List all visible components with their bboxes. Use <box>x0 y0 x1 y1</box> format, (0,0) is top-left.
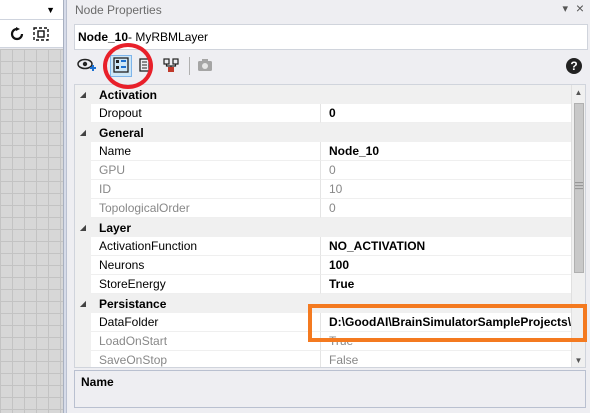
category-name: Activation <box>99 87 158 102</box>
property-value[interactable]: 100 <box>321 256 585 275</box>
property-value[interactable]: 0 <box>321 104 585 123</box>
network-button[interactable] <box>160 55 182 77</box>
canvas-grid[interactable] <box>0 49 63 413</box>
description-panel: Name <box>74 370 586 408</box>
collapse-icon[interactable]: ◢ <box>75 85 91 104</box>
property-row[interactable]: Name Node_10 <box>75 142 585 161</box>
property-name: Name <box>91 142 321 161</box>
row-gutter <box>75 332 91 351</box>
network-icon <box>163 57 179 76</box>
row-gutter <box>75 180 91 199</box>
property-value: False <box>321 351 585 367</box>
node-type: - MyRBMLayer <box>128 30 209 44</box>
left-toolbar <box>0 20 63 48</box>
property-name: ID <box>91 180 321 199</box>
scroll-grip-icon: ― ― ― <box>575 178 583 193</box>
row-gutter <box>75 275 91 294</box>
row-gutter <box>75 142 91 161</box>
collapse-icon[interactable]: ◢ <box>75 294 91 313</box>
property-value: 0 <box>321 161 585 180</box>
category-name: General <box>99 125 144 140</box>
property-value: True <box>321 332 585 351</box>
property-name: TopologicalOrder <box>91 199 321 218</box>
property-name: StoreEnergy <box>91 275 321 294</box>
property-row[interactable]: GPU 0 <box>75 161 585 180</box>
row-gutter <box>75 199 91 218</box>
row-gutter <box>75 161 91 180</box>
left-pane: ▼ <box>0 0 64 413</box>
row-gutter <box>75 256 91 275</box>
category-row[interactable]: ◢ Layer <box>75 218 585 237</box>
row-gutter <box>75 351 91 367</box>
property-row[interactable]: Dropout 0 <box>75 104 585 123</box>
row-gutter <box>75 237 91 256</box>
properties-button[interactable] <box>110 55 132 77</box>
node-properties-panel: Node Properties ▾ × Node_10 - MyRBMLayer <box>66 0 590 413</box>
property-name: Dropout <box>91 104 321 123</box>
scroll-down-icon[interactable]: ▼ <box>572 353 585 367</box>
property-name: DataFolder <box>91 313 321 332</box>
description-title: Name <box>81 375 114 389</box>
refresh-icon[interactable] <box>9 26 25 42</box>
node-name: Node_10 <box>78 30 129 44</box>
row-gutter <box>75 313 91 332</box>
property-value[interactable]: Node_10 <box>321 142 585 161</box>
camera-icon <box>197 58 213 75</box>
vertical-scrollbar[interactable]: ▲ ― ― ― ▼ <box>571 85 585 367</box>
property-value: 0 <box>321 199 585 218</box>
export-button[interactable] <box>135 55 157 77</box>
property-value[interactable]: NO_ACTIVATION <box>321 237 585 256</box>
property-row[interactable]: Neurons 100 <box>75 256 585 275</box>
node-label: Node_10 - MyRBMLayer <box>74 24 588 50</box>
left-header: ▼ <box>0 0 63 20</box>
property-row[interactable]: DataFolder D:\GoodAI\BrainSimulatorSample… <box>75 313 585 332</box>
scan-icon[interactable] <box>33 26 49 42</box>
camera-button[interactable] <box>194 55 216 77</box>
category-name: Layer <box>99 220 132 235</box>
toolbar-separator <box>189 57 190 75</box>
property-value: 10 <box>321 180 585 199</box>
property-row[interactable]: StoreEnergy True <box>75 275 585 294</box>
property-row[interactable]: ActivationFunction NO_ACTIVATION <box>75 237 585 256</box>
collapse-icon[interactable]: ◢ <box>75 218 91 237</box>
property-name: ActivationFunction <box>91 237 321 256</box>
property-value[interactable]: D:\GoodAI\BrainSimulatorSampleProjects\F <box>321 313 585 332</box>
dropdown-arrow-icon[interactable]: ▼ <box>46 5 55 15</box>
view-add-icon <box>77 57 97 76</box>
row-gutter <box>75 104 91 123</box>
properties-toolbar: ? <box>74 52 588 80</box>
property-name: Neurons <box>91 256 321 275</box>
property-name: GPU <box>91 161 321 180</box>
panel-title: Node Properties <box>75 3 162 17</box>
help-icon[interactable]: ? <box>566 58 582 74</box>
category-row[interactable]: ◢ Persistance <box>75 294 585 313</box>
property-grid: ◢ Activation Dropout 0 ◢ General Name Node_10 GP… <box>74 84 586 368</box>
property-value[interactable]: True <box>321 275 585 294</box>
property-row[interactable]: SaveOnStop False <box>75 351 585 367</box>
category-row[interactable]: ◢ General <box>75 123 585 142</box>
property-name: SaveOnStop <box>91 351 321 367</box>
panel-title-bar: Node Properties ▾ × <box>67 0 590 20</box>
view-add-button[interactable] <box>76 55 98 77</box>
collapse-icon[interactable]: ◢ <box>75 123 91 142</box>
pin-dropdown-icon[interactable]: ▾ <box>562 2 568 15</box>
export-icon <box>138 57 154 76</box>
category-name: Persistance <box>99 296 167 311</box>
properties-icon <box>113 56 129 76</box>
category-row[interactable]: ◢ Activation <box>75 85 585 104</box>
toolbar-separator <box>105 57 106 75</box>
property-row[interactable]: ID 10 <box>75 180 585 199</box>
property-row[interactable]: LoadOnStart True <box>75 332 585 351</box>
property-row[interactable]: TopologicalOrder 0 <box>75 199 585 218</box>
scroll-up-icon[interactable]: ▲ <box>572 85 585 99</box>
property-name: LoadOnStart <box>91 332 321 351</box>
close-icon[interactable]: × <box>576 0 584 16</box>
